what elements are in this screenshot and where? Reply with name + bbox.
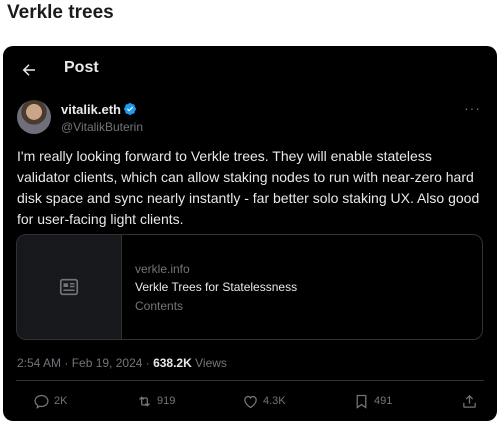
repost-icon xyxy=(139,395,150,407)
action-bar: 2K 919 4.3K 491 xyxy=(3,389,497,413)
link-thumbnail xyxy=(17,235,122,339)
views-count: 638.2K xyxy=(153,356,192,370)
reply-count: 2K xyxy=(54,395,68,407)
post-timestamp[interactable]: 2:54 AM · Feb 19, 2024 · xyxy=(17,356,153,370)
more-options-button[interactable]: ··· xyxy=(464,100,481,116)
heart-icon xyxy=(244,395,257,408)
reply-icon xyxy=(34,394,49,409)
link-domain: verkle.info xyxy=(135,262,190,276)
bookmark-icon xyxy=(356,394,367,409)
link-description: Contents xyxy=(135,299,184,313)
link-preview-card[interactable]: verkle.info Verkle Trees for Statelessne… xyxy=(16,234,483,340)
author-handle[interactable]: @VitalikButerin xyxy=(61,120,143,134)
author-name[interactable]: vitalik.eth xyxy=(61,102,121,117)
post-card: Post vitalik.eth @VitalikButerin ··· I'm… xyxy=(3,46,497,421)
repost-count: 919 xyxy=(157,395,176,407)
bookmark-count: 491 xyxy=(374,395,393,407)
back-button[interactable] xyxy=(15,56,43,84)
post-meta: 2:54 AM · Feb 19, 2024 · 638.2K Views xyxy=(17,356,227,370)
link-title: Verkle Trees for Statelessness xyxy=(135,280,298,294)
post-nav-bar: Post xyxy=(3,56,497,84)
share-button[interactable] xyxy=(461,389,478,413)
share-icon xyxy=(463,394,476,408)
article-icon xyxy=(59,278,79,296)
like-button[interactable]: 4.3K xyxy=(242,389,286,413)
verified-badge-icon xyxy=(124,103,136,115)
avatar[interactable] xyxy=(17,100,51,134)
arrow-left-icon xyxy=(22,64,35,76)
like-count: 4.3K xyxy=(263,395,286,407)
tweet-text: I'm really looking forward to Verkle tre… xyxy=(17,148,480,227)
author-row: vitalik.eth @VitalikButerin ··· xyxy=(17,100,483,136)
reply-button[interactable]: 2K xyxy=(33,389,67,413)
divider xyxy=(16,380,484,381)
page-heading: Verkle trees xyxy=(7,2,114,23)
bookmark-button[interactable]: 491 xyxy=(353,389,392,413)
views-label: Views xyxy=(191,356,227,370)
repost-button[interactable]: 919 xyxy=(136,389,175,413)
page-title: Post xyxy=(64,59,99,76)
